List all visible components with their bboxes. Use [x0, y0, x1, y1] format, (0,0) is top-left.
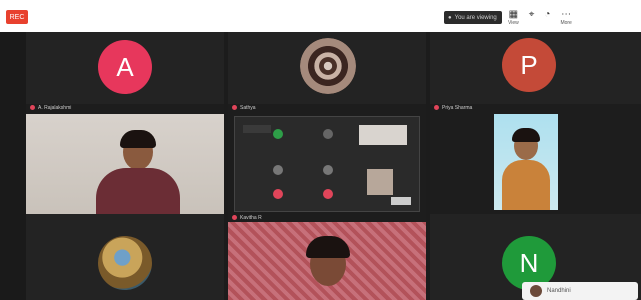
participant-name-bar: Kavitha R [232, 214, 262, 221]
screen-red-button [323, 189, 333, 199]
muted-mic-icon [232, 105, 237, 110]
person-hair [512, 128, 540, 142]
shared-screen [234, 116, 420, 212]
recording-indicator: REC [6, 10, 28, 24]
participant-name-bar: A. Rajalakshmi [30, 104, 71, 111]
screen-gray-button [323, 165, 333, 175]
participant-name: A. Rajalakshmi [38, 104, 72, 111]
participant-name-bar: Priya Sharma [434, 104, 472, 111]
sound-icon: ◔ [544, 9, 551, 20]
participant-video [228, 222, 426, 300]
avatar [530, 285, 542, 297]
screen-gray-button [273, 165, 283, 175]
screen-thumbnail [391, 197, 411, 205]
toolbar-view-label: View [508, 20, 519, 26]
avatar-initial: N [519, 247, 539, 278]
participant-name: Kavitha R [240, 214, 262, 221]
screen-block [243, 125, 271, 133]
toolbar-view-button[interactable]: ▦ View [508, 9, 519, 26]
screen-gray-button [323, 129, 333, 139]
participant-tile-photo[interactable] [26, 214, 224, 300]
muted-mic-icon [434, 105, 439, 110]
participant-name: Priya Sharma [442, 104, 473, 111]
avatar [300, 38, 356, 94]
toolbar-more-label: More [560, 20, 572, 26]
pin-icon: ⌖ [528, 9, 535, 20]
screen-thumbnail [359, 125, 407, 145]
grid-icon: ▦ [508, 9, 519, 20]
screen-thumbnail [367, 169, 393, 195]
gallery-view: A P A. Rajalakshmi Sathya Priya Sharma K… [26, 32, 641, 300]
participant-video [26, 114, 224, 214]
toolbar-sound-button[interactable]: ◔ [544, 9, 550, 26]
meeting-top-bar: REC ● You are viewing ▦ View ⌖ ◔ ⋯ More [0, 0, 641, 32]
screen-red-button [273, 189, 283, 199]
more-icon: ⋯ [561, 9, 572, 20]
view-options-button[interactable]: ● You are viewing [444, 11, 502, 24]
participant-tile-pattern[interactable] [228, 32, 426, 104]
participant-name-bar: Sathya [232, 104, 256, 111]
person-icon: ● [448, 14, 452, 21]
person-shoulders [502, 160, 550, 210]
participant-tile-p[interactable]: P [430, 32, 641, 104]
participant-name: Sathya [240, 104, 256, 111]
muted-mic-icon [30, 105, 35, 110]
avatar-initial: P [520, 49, 538, 80]
recording-label: REC [9, 13, 25, 21]
participant-tile-video-1[interactable]: A. Rajalakshmi [26, 104, 224, 214]
top-toolbar: ▦ View ⌖ ◔ ⋯ More [508, 9, 572, 26]
view-options-label: You are viewing [454, 14, 497, 21]
person-hair [306, 236, 350, 258]
participant-tile-video-2[interactable]: Priya Sharma [430, 104, 641, 214]
avatar: P [502, 38, 556, 92]
person-shoulders [96, 168, 180, 214]
avatar-initial: A [116, 51, 134, 82]
self-view-label: Nandhini [547, 288, 571, 294]
screen-green-button [273, 129, 283, 139]
participant-tile-screen-share[interactable]: Sathya [228, 104, 426, 214]
avatar [98, 236, 152, 290]
toolbar-pin-button[interactable]: ⌖ [529, 9, 535, 26]
muted-mic-icon [232, 215, 237, 220]
participant-tile-a[interactable]: A [26, 32, 224, 104]
avatar: A [98, 40, 152, 94]
participant-video [494, 114, 558, 210]
self-view-card[interactable]: Nandhini [522, 282, 638, 300]
toolbar-more-button[interactable]: ⋯ More [560, 9, 571, 26]
participant-tile-video-3[interactable]: Kavitha R [228, 214, 426, 300]
person-hair [120, 130, 156, 148]
